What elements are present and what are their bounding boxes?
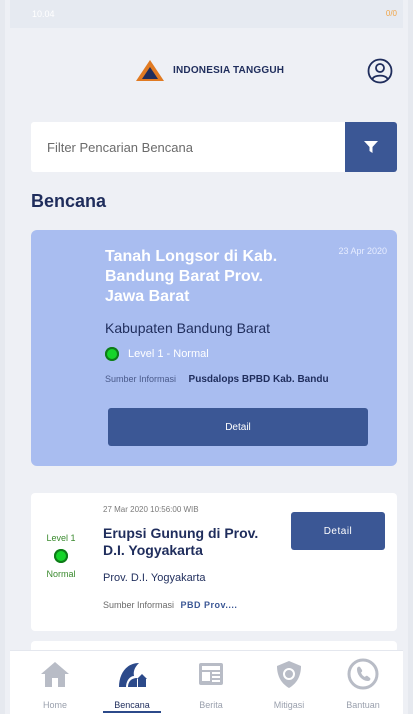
level-status-dot — [54, 549, 68, 563]
nav-item-home[interactable]: Home — [20, 655, 90, 713]
app-logo-icon — [136, 60, 164, 81]
card2-source: Sumber Informasi PBD Prov.... — [103, 600, 237, 610]
section-title: Bencana — [31, 191, 107, 211]
card2-level-top: Level 1 — [46, 533, 76, 543]
featured-level-label: Level 1 - Normal — [128, 348, 209, 360]
nav-item-mitigasi[interactable]: Mitigasi — [254, 655, 324, 713]
featured-date: 23 Apr 2020 — [338, 246, 387, 256]
shield-icon — [277, 661, 301, 688]
disaster-icon — [119, 663, 147, 687]
card2-date: 27 Mar 2020 10:56:00 WIB — [103, 505, 199, 514]
featured-source-value: Pusdalops BPBD Kab. Bandu — [188, 374, 329, 385]
nav-item-berita[interactable]: Berita — [176, 655, 246, 713]
filter-search-input[interactable] — [31, 122, 343, 172]
card2-source-label: Sumber Informasi — [103, 600, 175, 610]
nav-label-mitigasi: Mitigasi — [273, 700, 305, 710]
news-icon — [199, 663, 223, 685]
featured-disaster-card[interactable]: Tanah Longsor di Kab. Bandung Barat Prov… — [31, 230, 397, 466]
status-bar: 10.04 0/0 — [10, 0, 403, 28]
card2-title: Erupsi Gunung di Prov. D.I. Yogyakarta — [103, 525, 259, 558]
battery-indicator: 0/0 — [385, 9, 397, 18]
nav-item-bencana[interactable]: Bencana — [97, 655, 167, 713]
status-time: 10.04 — [32, 9, 55, 19]
disaster-card[interactable]: Level 1 Normal 27 Mar 2020 10:56:00 WIB … — [31, 493, 397, 631]
profile-icon[interactable] — [367, 58, 393, 84]
card2-level-bottom: Normal — [46, 569, 76, 579]
level-status-dot — [105, 347, 119, 361]
nav-label-bantuan: Bantuan — [346, 700, 380, 710]
card2-detail-button[interactable]: Detail — [291, 512, 385, 550]
featured-title: Tanah Longsor di Kab. Bandung Barat Prov… — [105, 248, 278, 305]
card2-source-value: PBD Prov.... — [180, 600, 238, 610]
nav-label-berita: Berita — [199, 700, 223, 710]
help-icon — [347, 658, 379, 690]
featured-source-label: Sumber Informasi — [105, 374, 177, 384]
bottom-navigation: Home Bencana Berita Mitigasi Bantuan — [10, 650, 403, 714]
home-icon — [41, 662, 69, 687]
disaster-filter-bar — [31, 122, 397, 172]
app-brand-title: INDONESIA TANGGUH — [173, 65, 285, 76]
nav-label-home: Home — [42, 700, 67, 710]
featured-detail-button[interactable]: Detail — [108, 408, 368, 446]
nav-item-bantuan[interactable]: Bantuan — [328, 655, 398, 713]
featured-region: Kabupaten Bandung Barat — [105, 320, 271, 336]
app-header: INDONESIA TANGGUH — [10, 28, 403, 118]
featured-level: Level 1 - Normal — [105, 347, 209, 361]
nav-label-bencana: Bencana — [114, 700, 150, 710]
active-tab-indicator — [103, 711, 161, 713]
featured-source: Sumber Informasi Pusdalops BPBD Kab. Ban… — [105, 374, 329, 385]
card2-region: Prov. D.I. Yogyakarta — [103, 572, 206, 584]
card2-level: Level 1 Normal — [31, 533, 91, 579]
filter-button[interactable] — [345, 122, 397, 172]
filter-icon — [364, 141, 378, 153]
